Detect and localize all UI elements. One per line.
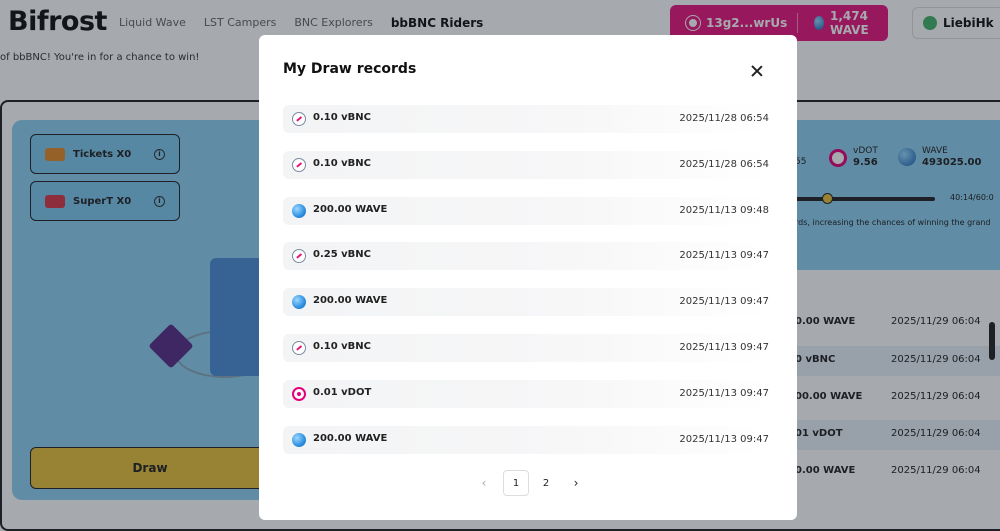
record-amount: 0.10 vBNC xyxy=(313,340,372,352)
list-item: 0.01 vDOT 2025/11/13 09:47 xyxy=(283,379,769,408)
list-item: 0.25 vBNC 2025/11/13 09:47 xyxy=(283,242,769,271)
list-item: 200.00 WAVE 2025/11/13 09:47 xyxy=(283,288,769,317)
modal-title: My Draw records xyxy=(283,61,417,77)
list-item: 0.10 vBNC 2025/11/13 09:47 xyxy=(283,333,769,362)
record-time: 2025/11/28 06:54 xyxy=(679,158,769,170)
vbnc-icon xyxy=(292,340,306,355)
record-amount: 0.10 vBNC xyxy=(313,112,372,123)
record-time: 2025/11/13 09:47 xyxy=(679,387,769,399)
record-amount: 200.00 WAVE xyxy=(313,432,388,444)
page-1-button[interactable]: 1 xyxy=(503,470,529,496)
record-amount: 0.01 vDOT xyxy=(313,386,372,398)
list-item: 0.10 vBNC 2025/11/28 06:54 xyxy=(283,105,769,133)
wave-icon xyxy=(292,432,306,447)
list-item: 0.10 vBNC 2025/11/28 06:54 xyxy=(283,150,769,179)
list-item: 200.00 WAVE 2025/11/13 09:47 xyxy=(283,425,769,454)
vbnc-icon xyxy=(292,112,306,126)
record-amount: 200.00 WAVE xyxy=(313,295,388,307)
vbnc-icon xyxy=(292,249,306,264)
record-amount: 0.10 vBNC xyxy=(313,157,372,169)
record-time: 2025/11/13 09:48 xyxy=(679,204,769,216)
record-amount: 0.25 vBNC xyxy=(313,249,372,261)
page-2-button[interactable]: 2 xyxy=(533,470,559,496)
record-amount: 200.00 WAVE xyxy=(313,203,388,215)
prev-page-button[interactable]: ‹ xyxy=(471,470,497,496)
pagination: ‹ 1 2 › xyxy=(471,470,589,496)
wave-icon xyxy=(292,203,306,218)
record-time: 2025/11/13 09:47 xyxy=(679,433,769,445)
next-page-button[interactable]: › xyxy=(563,470,589,496)
wave-icon xyxy=(292,295,306,310)
record-time: 2025/11/28 06:54 xyxy=(679,113,769,124)
record-time: 2025/11/13 09:47 xyxy=(679,341,769,353)
record-time: 2025/11/13 09:47 xyxy=(679,296,769,308)
records-list: 0.10 vBNC 2025/11/28 06:54 0.10 vBNC 202… xyxy=(283,105,769,471)
list-item: 200.00 WAVE 2025/11/13 09:48 xyxy=(283,196,769,225)
vdot-icon xyxy=(292,386,306,401)
draw-records-modal: My Draw records 0.10 vBNC 2025/11/28 06:… xyxy=(259,35,797,520)
vbnc-icon xyxy=(292,157,306,172)
record-time: 2025/11/13 09:47 xyxy=(679,250,769,262)
close-icon[interactable] xyxy=(749,63,765,79)
